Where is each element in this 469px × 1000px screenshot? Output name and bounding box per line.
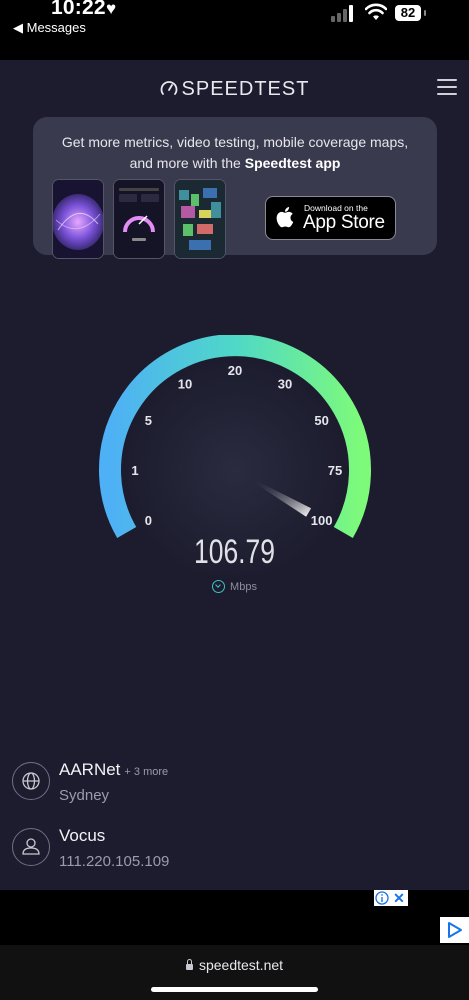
app-store-button[interactable]: Download on the App Store [265,196,396,240]
phone-screenshot-1 [52,179,104,259]
gauge-tick-label: 10 [178,376,192,391]
wifi-icon [365,3,387,20]
status-time: 10:22 [51,0,106,19]
app-promo-card: Get more metrics, video testing, mobile … [33,117,437,259]
ad-info-icon[interactable] [374,890,390,906]
ad-banner[interactable]: ✕ [0,890,469,945]
apple-icon [276,207,294,228]
promo-line1: Get more metrics, video testing, mobile … [61,134,409,150]
app-store-big-label: App Store [303,212,385,233]
host-more-link[interactable]: + 3 more [124,766,168,778]
status-bar: 10:22 ♥ ◀ Messages 82 [0,0,469,60]
phone-screenshot-2 [113,179,165,259]
host-title: AARNet [59,760,121,779]
url-display[interactable]: speedtest.net [0,957,469,973]
gauge-tick-label: 1 [131,463,138,478]
gauge-tick-label: 50 [314,413,328,428]
heart-icon: ♥ [106,0,117,18]
provider-ip: 111.220.105.109 [59,853,170,870]
promo-line2-bold: Speedtest app [244,155,341,171]
speedtest-logo[interactable]: SPEEDTEST [0,78,469,101]
host-name: AARNet + 3 more [59,760,168,780]
hamburger-menu-icon[interactable] [437,79,457,95]
cellular-signal-icon [331,4,357,22]
promo-text: Get more metrics, video testing, mobile … [33,132,437,174]
ad-close-icon[interactable]: ✕ [390,890,408,906]
battery-level: 82 [395,5,421,21]
lock-icon [185,959,193,970]
home-indicator[interactable] [151,987,318,992]
gauge-logo-icon [160,81,177,95]
logo-text: SPEEDTEST [181,78,310,100]
gauge-tick-label: 5 [145,413,152,428]
provider-name: Vocus [59,826,106,845]
url-label: speedtest.net [198,957,284,973]
back-to-messages-link[interactable]: ◀ Messages [13,20,86,36]
gauge-tick-label: 0 [145,513,152,528]
gauge-tick-label: 30 [278,376,292,391]
gauge-tick-label: 100 [311,513,333,528]
person-icon [12,828,50,866]
speed-unit-label: Mbps [230,581,257,593]
gauge-tick-label: 20 [228,363,242,378]
speedtest-page: SPEEDTEST Get more metrics, video testin… [0,60,469,890]
provider-row: Vocus 111.220.105.109 [12,826,452,882]
download-icon [212,580,226,593]
globe-icon [12,762,50,800]
battery-tip [424,10,426,16]
phone-screenshot-3 [174,179,226,259]
promo-line2-prefix: and more with the [129,155,245,171]
ad-choices-icon[interactable] [440,917,469,943]
host-location: Sydney [59,787,110,804]
server-host-row[interactable]: AARNet + 3 more Sydney [12,760,452,816]
speed-value: 106.79 [193,533,276,571]
speed-unit: Mbps [0,580,469,593]
gauge-tick-label: 75 [328,463,342,478]
